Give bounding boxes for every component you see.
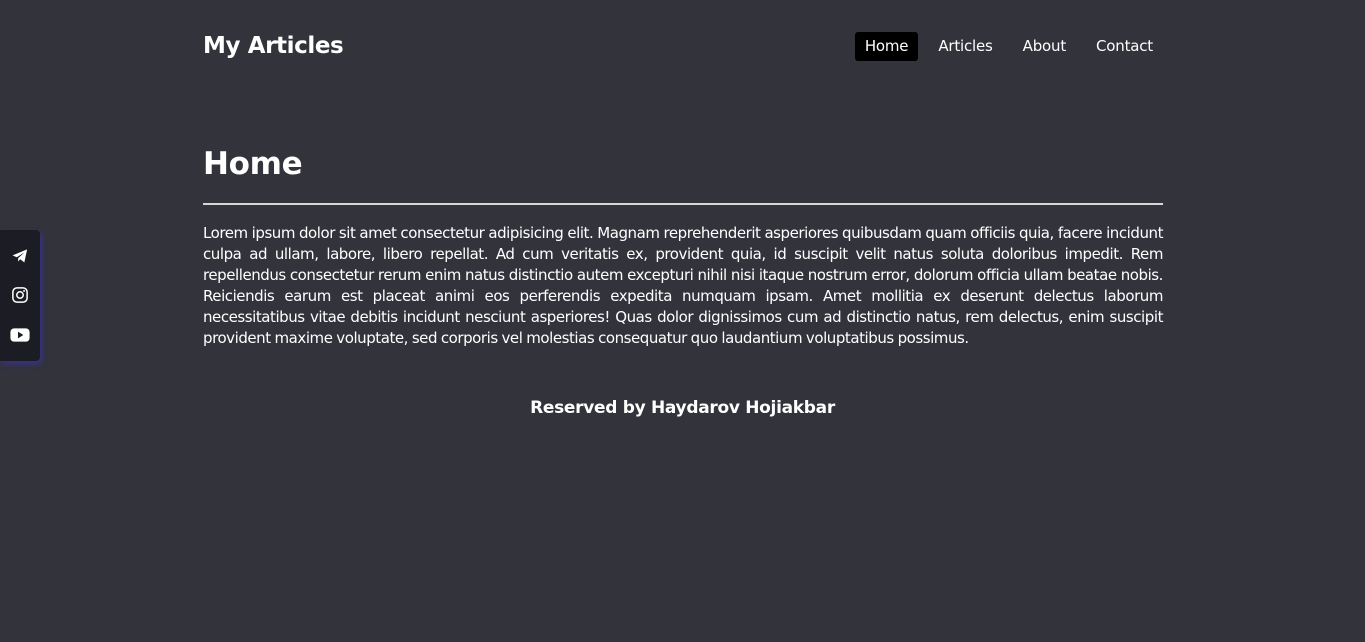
youtube-icon <box>10 327 30 343</box>
telegram-icon <box>11 247 29 265</box>
main-content: Home Lorem ipsum dolor sit amet consecte… <box>203 143 1163 349</box>
page: My Articles Home Articles About Contact … <box>0 0 1365 642</box>
nav-contact[interactable]: Contact <box>1086 32 1163 61</box>
youtube-link[interactable] <box>8 323 32 347</box>
article-body: Lorem ipsum dolor sit amet consectetur a… <box>203 224 1163 347</box>
site-footer: Reserved by Haydarov Hojiakbar <box>0 398 1365 418</box>
instagram-link[interactable] <box>8 283 32 307</box>
nav-articles[interactable]: Articles <box>928 32 1002 61</box>
instagram-icon <box>11 286 29 304</box>
nav-about[interactable]: About <box>1013 32 1076 61</box>
footer-text: Reserved by Haydarov Hojiakbar <box>530 398 835 418</box>
social-sidebar <box>0 230 40 361</box>
main-nav: Home Articles About Contact <box>845 31 1163 61</box>
nav-home[interactable]: Home <box>854 31 919 61</box>
page-title: Home <box>203 143 1163 205</box>
site-header: My Articles Home Articles About Contact <box>203 28 1163 64</box>
telegram-link[interactable] <box>8 244 32 268</box>
site-brand[interactable]: My Articles <box>203 33 344 59</box>
